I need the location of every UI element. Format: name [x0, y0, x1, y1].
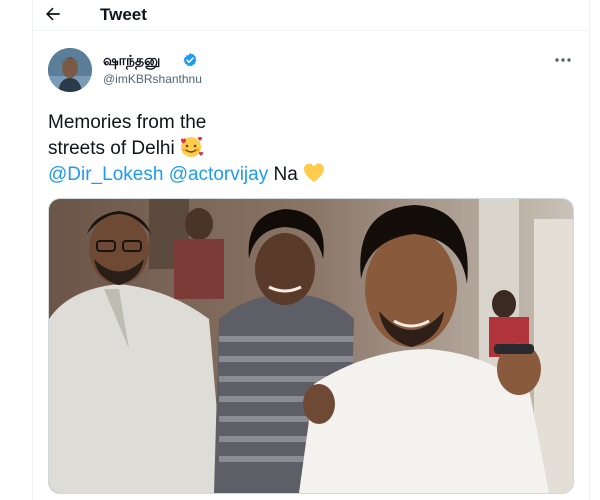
arrow-left-icon [46, 7, 60, 21]
mention-actorvijay[interactable]: @actorvijay [169, 164, 269, 185]
tweet-line-1: Memories from the [48, 112, 207, 133]
avatar-image [48, 48, 92, 92]
more-dots-icon [555, 58, 571, 62]
tweet-photo[interactable] [48, 198, 574, 494]
tweet-suffix: Na [273, 164, 298, 185]
tweet-line-2-text: streets of Delhi [48, 138, 175, 159]
tweet-line-2: streets of Delhi [48, 136, 568, 162]
avatar[interactable] [48, 48, 92, 92]
author-handle[interactable]: @imKBRshanthnu [103, 71, 202, 87]
tweet-text: Memories from the streets of Delhi @Dir_… [48, 110, 568, 188]
mention-dir-lokesh[interactable]: @Dir_Lokesh [48, 164, 163, 185]
tweet-header: Tweet [33, 0, 589, 31]
selfie-photo-image [49, 199, 573, 493]
page-title: Tweet [100, 5, 147, 24]
tweet-line-3: @Dir_Lokesh @actorvijay Na [48, 162, 568, 188]
back-button[interactable] [43, 2, 71, 26]
smiling-face-with-hearts-icon [180, 136, 203, 157]
yellow-heart-icon [303, 163, 324, 182]
tweet-card: Tweet ஷாந்தனு @imKBRshanthnu Memories fr… [32, 0, 590, 500]
more-options-button[interactable] [551, 52, 575, 68]
verified-badge-icon [183, 53, 197, 67]
author-display-name[interactable]: ஷாந்தனு [103, 51, 160, 69]
